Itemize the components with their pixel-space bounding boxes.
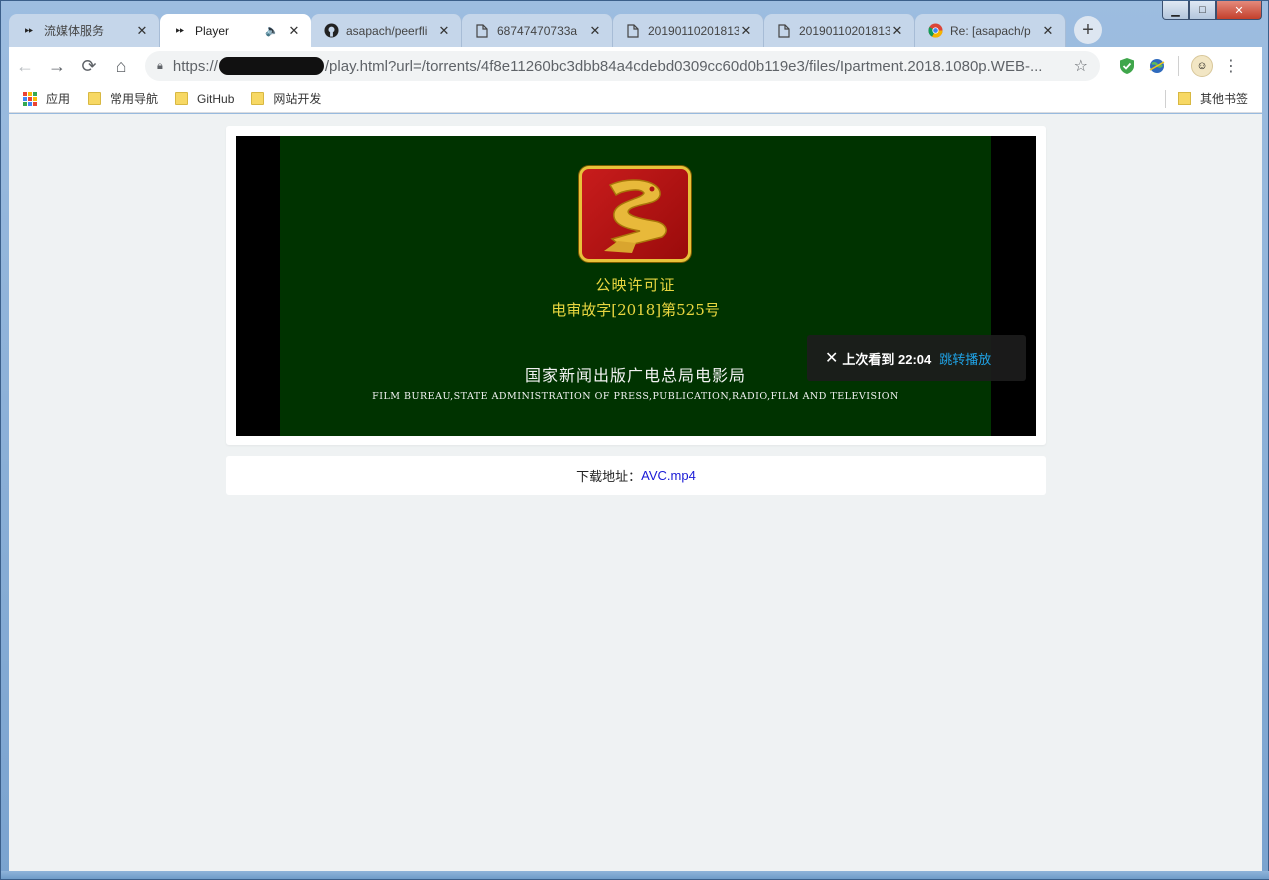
tab-title: 68747470733a [497, 23, 578, 38]
fast-forward-icon: ⏩︎ [24, 24, 34, 36]
download-card: 下载地址： AVC.mp4 [226, 456, 1046, 495]
tab-github-reply[interactable]: Re: [asapach/p ✕ [915, 14, 1066, 47]
bookmark-folder-webdev[interactable]: 网站开发 [251, 90, 321, 107]
bookmark-label: 应用 [46, 92, 71, 106]
file-icon [474, 23, 490, 39]
speaker-icon[interactable]: 🔈 [265, 24, 279, 37]
tab-title: 20190110201813 [799, 23, 890, 38]
video-player[interactable]: 公映许可证 电审故字[2018]第525号 国家新闻出版广电总局电影局 FILM… [236, 136, 1036, 436]
tab-close-icon[interactable]: ✕ [135, 23, 149, 39]
bookmark-apps[interactable]: 应用 [23, 90, 70, 107]
tab-close-icon[interactable]: ✕ [739, 23, 753, 39]
new-tab-button[interactable]: + [1074, 16, 1102, 44]
bookmarks-divider [1164, 89, 1166, 108]
bookmark-label: 其他书签 [1199, 92, 1248, 106]
folder-icon [251, 92, 265, 105]
tab-title: asapach/peerfli [346, 23, 428, 38]
shield-extension-icon[interactable] [1112, 51, 1142, 81]
tab-title: Re: [asapach/p [950, 23, 1031, 38]
tab-close-icon[interactable]: ✕ [437, 23, 451, 39]
jump-to-position-link[interactable]: 跳转播放 [939, 349, 991, 368]
player-card: 公映许可证 电审故字[2018]第525号 国家新闻出版广电总局电影局 FILM… [226, 126, 1046, 445]
download-label: 下载地址： [576, 469, 642, 484]
license-title: 公映许可证 [595, 276, 676, 294]
other-bookmarks[interactable]: 其他书签 [1164, 89, 1262, 108]
bookmarks-bar: 应用 常用导航 GitHub 网站开发 其他书签 [9, 85, 1262, 113]
resume-playback-toast: ✕ 上次看到 22:04 跳转播放 [807, 335, 1026, 381]
bookmark-folder-github[interactable]: GitHub [175, 92, 234, 106]
browser-window: ▁ □ ✕ ⏩︎ 流媒体服务 ✕ ⏩︎ Player 🔈 ✕ asapach/p… [0, 0, 1269, 880]
fast-forward-icon: ⏩︎ [175, 24, 185, 36]
apps-grid-icon [23, 91, 37, 106]
folder-icon [88, 92, 102, 105]
back-button[interactable]: ← [9, 50, 41, 82]
tab-file-3[interactable]: 20190110201813 ✕ [764, 14, 915, 47]
film-bureau-dragon-logo [579, 166, 691, 262]
download-link[interactable]: AVC.mp4 [641, 468, 696, 483]
address-bar[interactable]: 🔒︎ https:// /play.html?url=/torrents/4f8… [145, 51, 1100, 81]
file-icon [625, 23, 641, 39]
window-bottom-edge [1, 871, 1269, 879]
chrome-menu-icon[interactable]: ⋮ [1219, 56, 1243, 76]
file-icon [776, 23, 792, 39]
tab-player[interactable]: ⏩︎ Player 🔈 ✕ [160, 14, 311, 47]
redacted-host [218, 57, 324, 75]
tab-close-icon[interactable]: ✕ [287, 23, 301, 39]
tab-streaming-service[interactable]: ⏩︎ 流媒体服务 ✕ [9, 14, 160, 47]
video-frame: 公映许可证 电审故字[2018]第525号 国家新闻出版广电总局电影局 FILM… [280, 136, 991, 436]
forward-button[interactable]: → [41, 50, 73, 82]
tab-close-icon[interactable]: ✕ [588, 23, 602, 39]
page-content: 公映许可证 电审故字[2018]第525号 国家新闻出版广电总局电影局 FILM… [9, 114, 1262, 873]
tab-file-1[interactable]: 68747470733a ✕ [462, 14, 613, 47]
chrome-icon [927, 23, 943, 39]
bookmark-label: 常用导航 [110, 92, 159, 106]
url-path: /play.html?url=/torrents/4f8e11260bc3dbb… [324, 57, 1043, 75]
tab-title: 流媒体服务 [44, 24, 105, 38]
browser-toolbar: ← → ⟳ ⌂ 🔒︎ https:// /play.html?url=/torr… [9, 47, 1262, 85]
license-number: 电审故字[2018]第525号 [551, 301, 720, 319]
toolbar-divider [1178, 56, 1179, 76]
reload-button[interactable]: ⟳ [73, 50, 105, 82]
globe-extension-icon[interactable] [1142, 51, 1172, 81]
tab-file-2[interactable]: 20190110201813 ✕ [613, 14, 764, 47]
resume-position-text: 上次看到 22:04 [842, 351, 932, 367]
close-icon[interactable]: ✕ [825, 348, 838, 368]
bookmark-star-icon[interactable]: ☆ [1074, 56, 1088, 76]
tab-close-icon[interactable]: ✕ [1041, 23, 1055, 39]
tab-title: Player [195, 23, 230, 38]
bookmark-label: GitHub [197, 91, 235, 106]
bureau-name-en: FILM BUREAU,STATE ADMINISTRATION OF PRES… [372, 391, 899, 402]
profile-avatar[interactable]: ☺ [1191, 55, 1213, 77]
home-button[interactable]: ⌂ [105, 50, 137, 82]
tab-strip: ⏩︎ 流媒体服务 ✕ ⏩︎ Player 🔈 ✕ asapach/peerfli… [9, 14, 1262, 47]
tab-title: 20190110201813 [648, 23, 739, 38]
folder-icon [175, 92, 189, 105]
lock-icon[interactable]: 🔒︎ [157, 60, 163, 73]
folder-icon [1177, 92, 1191, 105]
bookmark-label: 网站开发 [273, 92, 322, 106]
tab-close-icon[interactable]: ✕ [890, 23, 904, 39]
github-icon [323, 23, 339, 39]
tab-github[interactable]: asapach/peerfli ✕ [311, 14, 462, 47]
bookmark-folder-nav[interactable]: 常用导航 [88, 90, 158, 107]
url-scheme: https:// [172, 57, 218, 75]
